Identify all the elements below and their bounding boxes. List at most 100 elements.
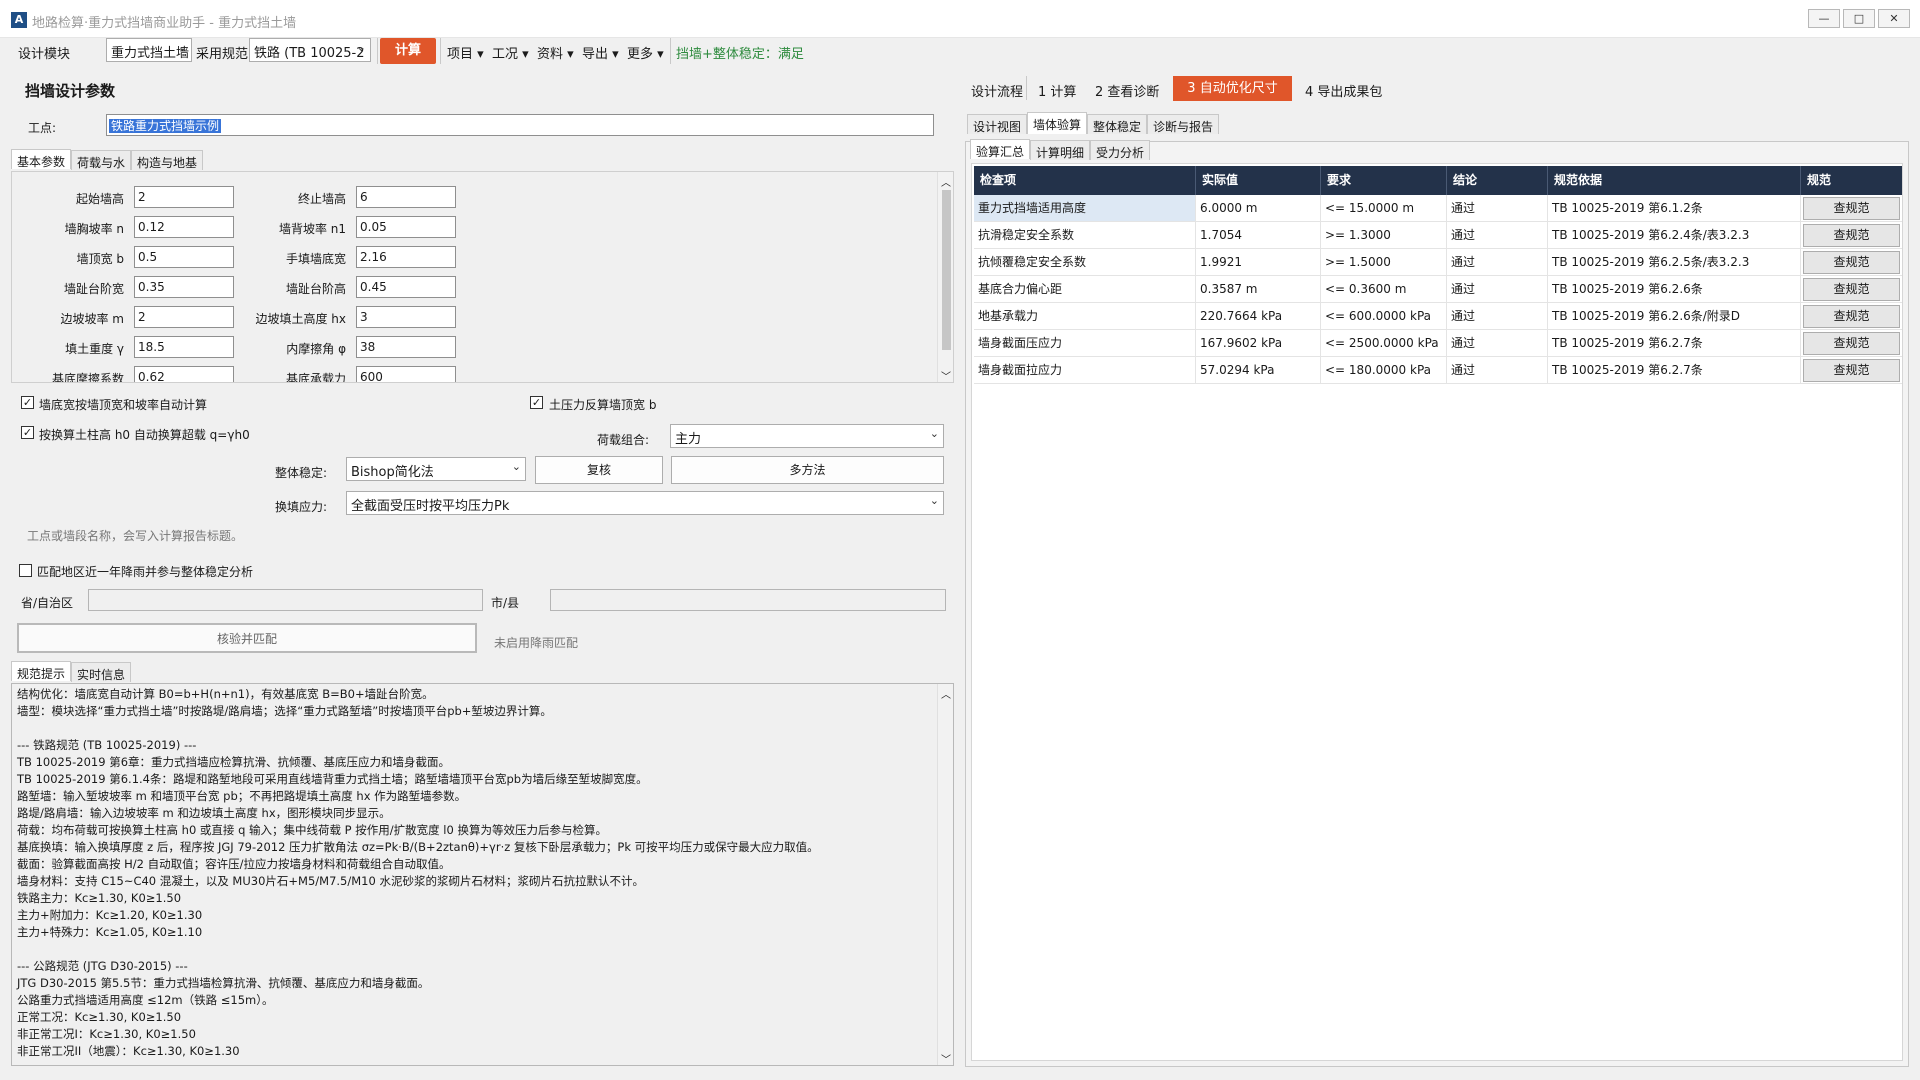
scroll-up-icon[interactable]: ︿ bbox=[941, 174, 951, 189]
menu-conditions[interactable]: 工况 ▾ bbox=[492, 43, 529, 62]
subtab-summary[interactable]: 验算汇总 bbox=[970, 139, 1031, 159]
subtab-force-analysis[interactable]: 受力分析 bbox=[1090, 140, 1151, 160]
param-input[interactable]: 0.62 bbox=[134, 366, 234, 382]
col-header-basis[interactable]: 规范依据 bbox=[1548, 166, 1801, 195]
tab-load-water[interactable]: 荷载与水 bbox=[71, 150, 132, 170]
menu-data[interactable]: 资料 ▾ bbox=[537, 43, 574, 62]
note-line: 非正常工况II（地震）：Kc≥1.30, K0≥1.30 bbox=[17, 1044, 240, 1058]
chevron-down-icon: ⌄ bbox=[511, 460, 521, 473]
param-input[interactable]: 0.35 bbox=[134, 276, 234, 298]
table-row[interactable]: 抗倾覆稳定安全系数 1.9921 >= 1.5000 通过 TB 10025-2… bbox=[974, 249, 1902, 276]
close-button[interactable]: ✕ bbox=[1878, 9, 1910, 28]
param-input[interactable]: 6 bbox=[356, 186, 456, 208]
param-input[interactable]: 600 bbox=[356, 366, 456, 382]
params-scrollbar[interactable]: ︿ ﹀ bbox=[937, 172, 953, 382]
note-line: 荷载：均布荷载可按换算土柱高 h0 或直接 q 输入；集中线荷载 P 按作用/扩… bbox=[17, 823, 607, 837]
note-line: 正常工况：Kc≥1.30, K0≥1.50 bbox=[17, 1010, 182, 1024]
param-input[interactable]: 2 bbox=[134, 186, 234, 208]
table-row[interactable]: 墙身截面压应力 167.9602 kPa <= 2500.0000 kPa 通过… bbox=[974, 330, 1902, 357]
maximize-button[interactable]: □ bbox=[1843, 9, 1875, 28]
scroll-down-icon[interactable]: ﹀ bbox=[941, 1051, 951, 1065]
col-header-code[interactable]: 规范 bbox=[1801, 166, 1902, 195]
load-combo-select[interactable]: 主力 ⌄ bbox=[670, 424, 944, 448]
soil-column-checkbox[interactable]: ✓ bbox=[21, 426, 34, 439]
earth-pressure-checkbox[interactable]: ✓ bbox=[530, 396, 543, 409]
tab-diagnosis-report[interactable]: 诊断与报告 bbox=[1147, 114, 1220, 134]
cell-result: 通过 bbox=[1447, 330, 1548, 357]
cell-item: 抗滑稳定安全系数 bbox=[974, 222, 1196, 249]
stability-select[interactable]: Bishop简化法 ⌄ bbox=[346, 457, 526, 481]
step-export-package[interactable]: 4 导出成果包 bbox=[1305, 81, 1382, 100]
table-row[interactable]: 基底合力偏心距 0.3587 m <= 0.3600 m 通过 TB 10025… bbox=[974, 276, 1902, 303]
col-header-value[interactable]: 实际值 bbox=[1196, 166, 1321, 195]
scroll-thumb[interactable] bbox=[942, 190, 951, 350]
note-line: --- 公路规范 (JTG D30-2015) --- bbox=[17, 959, 188, 973]
replace-stress-select[interactable]: 全截面受压时按平均压力Pk ⌄ bbox=[346, 491, 944, 515]
param-input[interactable]: 0.5 bbox=[134, 246, 234, 268]
tab-code-hints[interactable]: 规范提示 bbox=[11, 661, 72, 681]
cell-basis: TB 10025-2019 第6.2.5条/表3.2.3 bbox=[1548, 249, 1801, 276]
menu-export[interactable]: 导出 ▾ bbox=[582, 43, 619, 62]
param-input[interactable]: 3 bbox=[356, 306, 456, 328]
view-code-button[interactable]: 查规范 bbox=[1803, 359, 1900, 382]
view-code-button[interactable]: 查规范 bbox=[1803, 278, 1900, 301]
scroll-down-icon[interactable]: ﹀ bbox=[941, 368, 951, 382]
param-input[interactable]: 0.05 bbox=[356, 216, 456, 238]
rain-checkbox[interactable] bbox=[19, 564, 32, 577]
param-input[interactable]: 0.12 bbox=[134, 216, 234, 238]
multi-method-button[interactable]: 多方法 bbox=[671, 456, 944, 484]
tab-structure-foundation[interactable]: 构造与地基 bbox=[131, 150, 204, 170]
tab-wall-check[interactable]: 墙体验算 bbox=[1027, 112, 1088, 134]
site-input[interactable]: 铁路重力式挡墙示例 bbox=[106, 114, 934, 136]
province-input[interactable] bbox=[88, 589, 483, 611]
tab-realtime-info[interactable]: 实时信息 bbox=[71, 662, 132, 682]
step-auto-optimize[interactable]: 3 自动优化尺寸 bbox=[1173, 76, 1292, 101]
code-hints-textarea[interactable]: 结构优化：墙底宽自动计算 B0=b+H(n+n1)，有效基底宽 B=B0+墙趾台… bbox=[11, 683, 954, 1066]
chevron-down-icon: ⌄ bbox=[177, 41, 187, 54]
view-code-button[interactable]: 查规范 bbox=[1803, 305, 1900, 328]
param-input[interactable]: 0.45 bbox=[356, 276, 456, 298]
notes-scrollbar[interactable]: ︿ ﹀ bbox=[937, 684, 953, 1065]
recheck-button[interactable]: 复核 bbox=[535, 456, 663, 484]
table-row[interactable]: 重力式挡墙适用高度 6.0000 m <= 15.0000 m 通过 TB 10… bbox=[974, 195, 1902, 222]
col-header-requirement[interactable]: 要求 bbox=[1321, 166, 1447, 195]
site-input-value: 铁路重力式挡墙示例 bbox=[109, 119, 222, 133]
step-calculate[interactable]: 1 计算 bbox=[1038, 81, 1076, 100]
param-input[interactable]: 2.16 bbox=[356, 246, 456, 268]
scroll-up-icon[interactable]: ︿ bbox=[941, 686, 951, 701]
left-panel-title: 挡墙设计参数 bbox=[25, 82, 116, 100]
param-input[interactable]: 38 bbox=[356, 336, 456, 358]
module-select[interactable]: 重力式挡土墙 ⌄ bbox=[106, 38, 192, 62]
cell-value: 0.3587 m bbox=[1196, 276, 1321, 303]
tab-global-stability[interactable]: 整体稳定 bbox=[1087, 114, 1148, 134]
menu-more[interactable]: 更多 ▾ bbox=[627, 43, 664, 62]
app-logo-icon: A bbox=[11, 12, 27, 28]
minimize-button[interactable]: — bbox=[1808, 9, 1840, 28]
code-select[interactable]: 铁路 (TB 10025-2 ⌄ bbox=[249, 38, 371, 62]
flow-separator bbox=[1026, 76, 1027, 100]
view-code-button[interactable]: 查规范 bbox=[1803, 197, 1900, 220]
param-label: 基底摩擦系数 bbox=[51, 372, 124, 382]
note-line: 墙型：模块选择“重力式挡土墙”时按路堤/路肩墙；选择“重力式路堑墙”时按墙顶平台… bbox=[17, 704, 552, 718]
view-code-button[interactable]: 查规范 bbox=[1803, 332, 1900, 355]
table-row[interactable]: 抗滑稳定安全系数 1.7054 >= 1.3000 通过 TB 10025-20… bbox=[974, 222, 1902, 249]
menu-project[interactable]: 项目 ▾ bbox=[447, 43, 484, 62]
tab-design-view[interactable]: 设计视图 bbox=[967, 114, 1028, 134]
match-button[interactable]: 核验并匹配 bbox=[17, 623, 477, 653]
calculate-button[interactable]: 计算 bbox=[380, 38, 436, 64]
view-code-button[interactable]: 查规范 bbox=[1803, 251, 1900, 274]
view-code-button[interactable]: 查规范 bbox=[1803, 224, 1900, 247]
tab-basic-params[interactable]: 基本参数 bbox=[11, 149, 72, 169]
col-header-item[interactable]: 检查项 bbox=[974, 166, 1196, 195]
col-header-result[interactable]: 结论 bbox=[1447, 166, 1548, 195]
table-row[interactable]: 地基承载力 220.7664 kPa <= 600.0000 kPa 通过 TB… bbox=[974, 303, 1902, 330]
city-input[interactable] bbox=[550, 589, 946, 611]
subtab-details[interactable]: 计算明细 bbox=[1030, 140, 1091, 160]
param-label: 手填墙底宽 bbox=[285, 252, 346, 266]
param-input[interactable]: 2 bbox=[134, 306, 234, 328]
cell-item: 重力式挡墙适用高度 bbox=[974, 195, 1196, 222]
param-input[interactable]: 18.5 bbox=[134, 336, 234, 358]
table-row[interactable]: 墙身截面拉应力 57.0294 kPa <= 180.0000 kPa 通过 T… bbox=[974, 357, 1902, 384]
step-view-diagnosis[interactable]: 2 查看诊断 bbox=[1095, 81, 1159, 100]
auto-width-checkbox[interactable]: ✓ bbox=[21, 396, 34, 409]
